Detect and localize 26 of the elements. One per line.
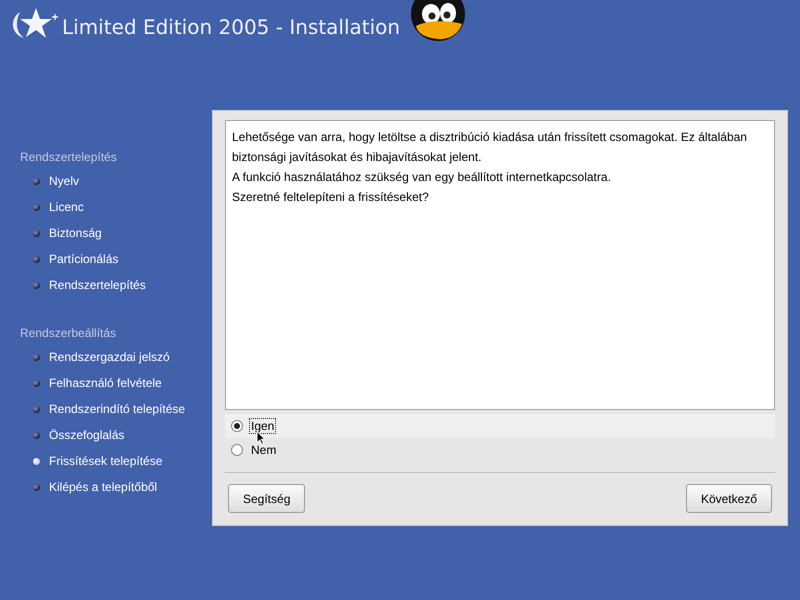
step-label: Rendszerindító telepítése [49, 402, 186, 416]
help-button[interactable]: Segítség [228, 484, 306, 513]
next-button[interactable]: Következő [686, 484, 772, 513]
window-title: Limited Edition 2005 - Installation [62, 14, 400, 38]
step-label: Összefoglalás [49, 428, 124, 442]
step-label: Frissítések telepítése [49, 454, 162, 468]
step-label: Licenc [49, 200, 84, 214]
step-label: Biztonság [49, 226, 102, 240]
radio-label: Nem [250, 442, 278, 458]
step-label: Partícionálás [49, 252, 118, 266]
radio-option[interactable]: Igen [225, 414, 775, 438]
sidebar-heading: Rendszertelepítés [20, 150, 117, 166]
sidebar-heading: Rendszerbeállítás [20, 326, 116, 342]
radio-button[interactable] [231, 420, 243, 432]
radio-option[interactable]: Nem [225, 438, 775, 462]
step-label: Rendszertelepítés [49, 278, 146, 292]
step-label: Kilépés a telepítőből [49, 480, 158, 494]
step-label: Rendszergazdai jelszó [49, 350, 170, 364]
radio-button[interactable] [231, 444, 243, 456]
message-text: Lehetősége van arra, hogy letöltse a disztribúció kiadása után frissített csomagokat. Ez általában biztonsági javításokat és hibajavításokat jelent. [232, 129, 748, 166]
penguin-icon [410, 0, 466, 42]
step-label: Felhasználó felvétele [49, 376, 162, 390]
step-label: Nyelv [49, 174, 80, 188]
pointer-icon [256, 431, 266, 445]
message-text: Szeretné feltelepíteni a frissítéseket? [232, 189, 430, 206]
message-text: A funkció használatához szükség van egy beállított internetkapcsolatra. [232, 169, 612, 186]
